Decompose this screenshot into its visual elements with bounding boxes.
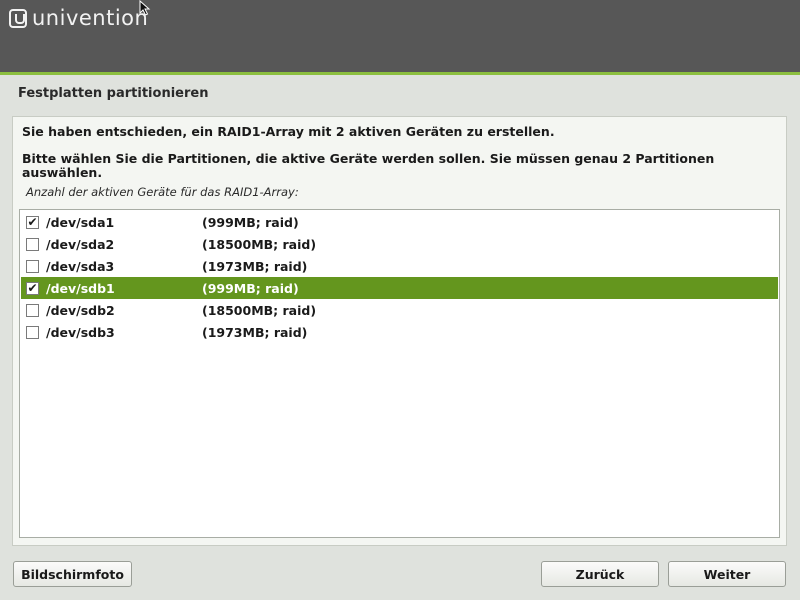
device-list-label: Anzahl der aktiven Geräte für das RAID1-… [26,185,299,199]
device-name: /dev/sdb2 [46,302,115,318]
device-size-info: (18500MB; raid) [202,236,317,252]
page-title: Festplatten partitionieren [18,86,209,101]
device-size-info: (1973MB; raid) [202,324,308,340]
back-button[interactable]: Zurück [541,561,659,587]
next-button[interactable]: Weiter [668,561,786,587]
device-row[interactable]: /dev/sda3 (1973MB; raid) [21,255,778,277]
device-name: /dev/sdb3 [46,324,115,340]
univention-logo-icon [9,8,27,28]
device-size-info: (999MB; raid) [202,214,299,230]
device-size-info: (999MB; raid) [202,280,299,296]
checkbox-checked[interactable]: ✔ [26,215,39,229]
device-row[interactable]: ✔ /dev/sdb1 (999MB; raid) [21,277,778,299]
raid-info-message: Sie haben entschieden, ein RAID1-Array m… [22,124,555,139]
device-name: /dev/sda1 [46,214,115,230]
device-list[interactable]: ✔ /dev/sda1 (999MB; raid) /dev/sda2 (18500MB… [19,209,780,538]
device-row[interactable]: ✔ /dev/sda1 (999MB; raid) [21,211,778,233]
checkbox-unchecked[interactable] [26,259,39,273]
univention-logo: univention [9,6,148,30]
device-name: /dev/sda2 [46,236,115,252]
checkbox-checked[interactable]: ✔ [26,281,39,295]
checkbox-unchecked[interactable] [26,303,39,317]
device-name: /dev/sdb1 [46,280,115,296]
device-row[interactable]: /dev/sdb3 (1973MB; raid) [21,321,778,343]
device-row[interactable]: /dev/sdb2 (18500MB; raid) [21,299,778,321]
checkbox-unchecked[interactable] [26,237,39,251]
device-size-info: (1973MB; raid) [202,258,308,274]
app-header: univention [0,0,800,75]
device-size-info: (18500MB; raid) [202,302,317,318]
selection-instruction: Bitte wählen Sie die Partitionen, die ak… [22,151,715,180]
logo-text: univention [32,6,149,30]
device-row[interactable]: /dev/sda2 (18500MB; raid) [21,233,778,255]
mouse-pointer-icon [139,0,151,16]
screenshot-button[interactable]: Bildschirmfoto [13,561,132,587]
device-name: /dev/sda3 [46,258,115,274]
checkbox-unchecked[interactable] [26,325,39,339]
